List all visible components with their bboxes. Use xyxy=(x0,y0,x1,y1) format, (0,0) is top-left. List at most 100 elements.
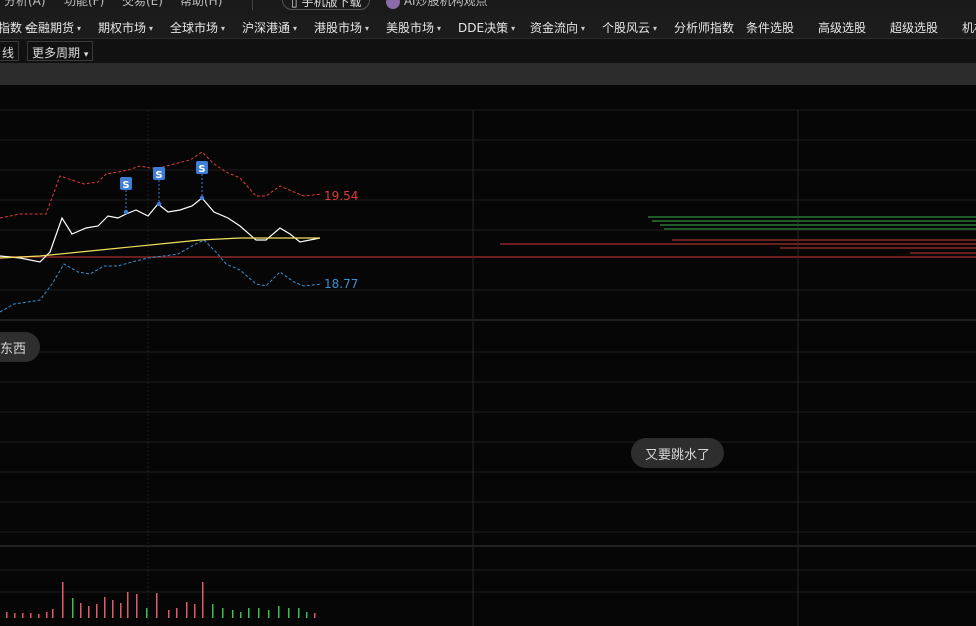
upper-band-line xyxy=(0,151,323,219)
volume-bar xyxy=(30,613,32,618)
signal-marker-dot xyxy=(123,209,129,215)
volume-bar xyxy=(268,610,270,618)
menu-item[interactable]: 指数 ▾ xyxy=(0,19,29,36)
danmaku-bubble: 东西 xyxy=(0,332,41,362)
volume-bar xyxy=(104,597,106,618)
menu-item-label: 超级选股 xyxy=(890,21,939,35)
menu-item-label: 美股市场 xyxy=(386,21,435,35)
volume-bar xyxy=(240,612,242,618)
menu-item[interactable]: 全球市场 ▾ xyxy=(170,19,225,36)
volume-bar xyxy=(258,608,260,618)
menu-item[interactable]: 高级选股 xyxy=(818,19,866,36)
ai-opinion-link[interactable]: AI炒股机构观点 xyxy=(386,0,488,9)
menu-item-label: 港股市场 xyxy=(314,21,363,35)
volume-bar xyxy=(186,602,188,618)
depth-bar xyxy=(500,243,976,245)
danmaku-text: 东西 xyxy=(0,342,27,357)
danmaku-bubble: 又要跳水了 xyxy=(631,438,725,468)
menu-item[interactable]: 沪深港通 ▾ xyxy=(242,19,297,36)
chevron-down-icon: ▾ xyxy=(365,24,370,33)
menu-item-label: 指数 xyxy=(0,21,23,35)
lower-band-value: 18.77 xyxy=(324,277,358,291)
period-bar: 线 更多周期 ▾ xyxy=(0,39,976,63)
more-periods-dropdown[interactable]: 更多周期 ▾ xyxy=(27,41,94,61)
volume-bar xyxy=(222,608,224,618)
menu-item-label: 条件选股 xyxy=(746,21,795,35)
menu-item[interactable]: 条件选股 xyxy=(746,19,794,36)
volume-bar xyxy=(202,582,204,618)
depth-bar xyxy=(652,220,976,222)
menu-item[interactable]: 个股风云 ▾ xyxy=(602,19,657,36)
menu-item[interactable]: 港股市场 ▾ xyxy=(314,19,369,36)
volume-bar xyxy=(248,608,250,618)
menu-item[interactable]: 金融期货 ▾ xyxy=(26,19,81,36)
top-strip: 分析(A) 功能(F) 交易(E) 帮助(H) ▯ 手机版下载 AI炒股机构观点 xyxy=(0,0,976,15)
depth-bar xyxy=(660,224,976,226)
volume-bar xyxy=(156,593,158,618)
chevron-down-icon: ▾ xyxy=(293,24,298,33)
more-periods-label: 更多周期 xyxy=(32,46,81,60)
volume-bar xyxy=(80,603,82,618)
volume-bar xyxy=(22,613,24,618)
sell-signal-letter: S xyxy=(122,180,129,191)
volume-bar xyxy=(168,610,170,618)
menu-item[interactable]: 美股市场 ▾ xyxy=(386,19,441,36)
depth-bar xyxy=(910,252,976,254)
menu-item-label: 期权市场 xyxy=(98,21,147,35)
volume-bar xyxy=(120,603,122,618)
sell-signal-letter: S xyxy=(155,170,162,181)
volume-bar xyxy=(314,613,316,618)
chevron-down-icon: ▾ xyxy=(511,24,516,33)
main-menu-bar: 指数 ▾ 金融期货 ▾ 期权市场 ▾ 全球市场 ▾ 沪深港通 ▾ 港股市场 ▾ 美股市场 ▾ DDE决策 ▾ 资… xyxy=(0,15,976,39)
volume-bar xyxy=(6,612,8,618)
chevron-down-icon: ▾ xyxy=(221,24,226,33)
menu-help[interactable]: 帮助(H) xyxy=(180,0,222,9)
menu-item[interactable]: 超级选股 xyxy=(890,19,938,36)
menu-item-label: 全球市场 xyxy=(170,21,219,35)
volume-bar xyxy=(72,598,74,618)
volume-bar xyxy=(232,610,234,618)
intraday-chart[interactable]: 19.54 18.77 S S S xyxy=(0,85,976,626)
chart-header-bar xyxy=(0,63,976,85)
menu-item[interactable]: 期权市场 ▾ xyxy=(98,19,153,36)
volume-bar xyxy=(288,608,290,618)
ai-opinion-label: AI炒股机构观点 xyxy=(403,0,488,8)
volume-bar xyxy=(96,604,98,618)
menu-item[interactable]: 资金流向 ▾ xyxy=(530,19,585,36)
volume-bar xyxy=(278,606,280,618)
depth-bar xyxy=(648,216,976,218)
menu-item-label: 个股风云 xyxy=(602,21,651,35)
menu-item-label: 分析师指数 xyxy=(674,21,735,35)
menu-item[interactable]: 分析师指数 xyxy=(674,19,734,36)
menu-item-label: 沪深港通 xyxy=(242,21,291,35)
volume-bar xyxy=(38,614,40,618)
mobile-download-button[interactable]: ▯ 手机版下载 xyxy=(282,0,371,10)
chevron-down-icon: ▾ xyxy=(581,24,586,33)
menu-item[interactable]: 机构 xyxy=(962,19,976,36)
volume-bar xyxy=(88,606,90,618)
volume-bar xyxy=(62,582,64,618)
chevron-down-icon: ▾ xyxy=(77,24,82,33)
volume-bar xyxy=(194,604,196,618)
lower-band-line xyxy=(0,239,323,313)
phone-icon: ▯ xyxy=(291,0,298,9)
menu-trade[interactable]: 交易(E) xyxy=(122,0,163,9)
volume-bar xyxy=(127,592,129,618)
period-line-button[interactable]: 线 xyxy=(0,41,20,61)
menu-function[interactable]: 功能(F) xyxy=(64,0,104,9)
menu-item[interactable]: DDE决策 ▾ xyxy=(458,19,515,36)
chevron-down-icon: ▾ xyxy=(437,24,442,33)
depth-bar xyxy=(780,247,976,249)
volume-bar xyxy=(146,608,148,618)
upper-band-value: 19.54 xyxy=(324,189,358,203)
menu-item-label: DDE决策 xyxy=(458,21,509,35)
volume-bar xyxy=(176,608,178,618)
volume-bar xyxy=(298,608,300,618)
volume-bar xyxy=(112,600,114,618)
menu-item-label: 高级选股 xyxy=(818,21,867,35)
volume-bar xyxy=(136,594,138,618)
volume-bar xyxy=(46,612,48,618)
menu-analysis[interactable]: 分析(A) xyxy=(4,0,46,9)
menu-item-label: 机构 xyxy=(962,21,976,35)
sell-signal-letter: S xyxy=(198,164,205,175)
